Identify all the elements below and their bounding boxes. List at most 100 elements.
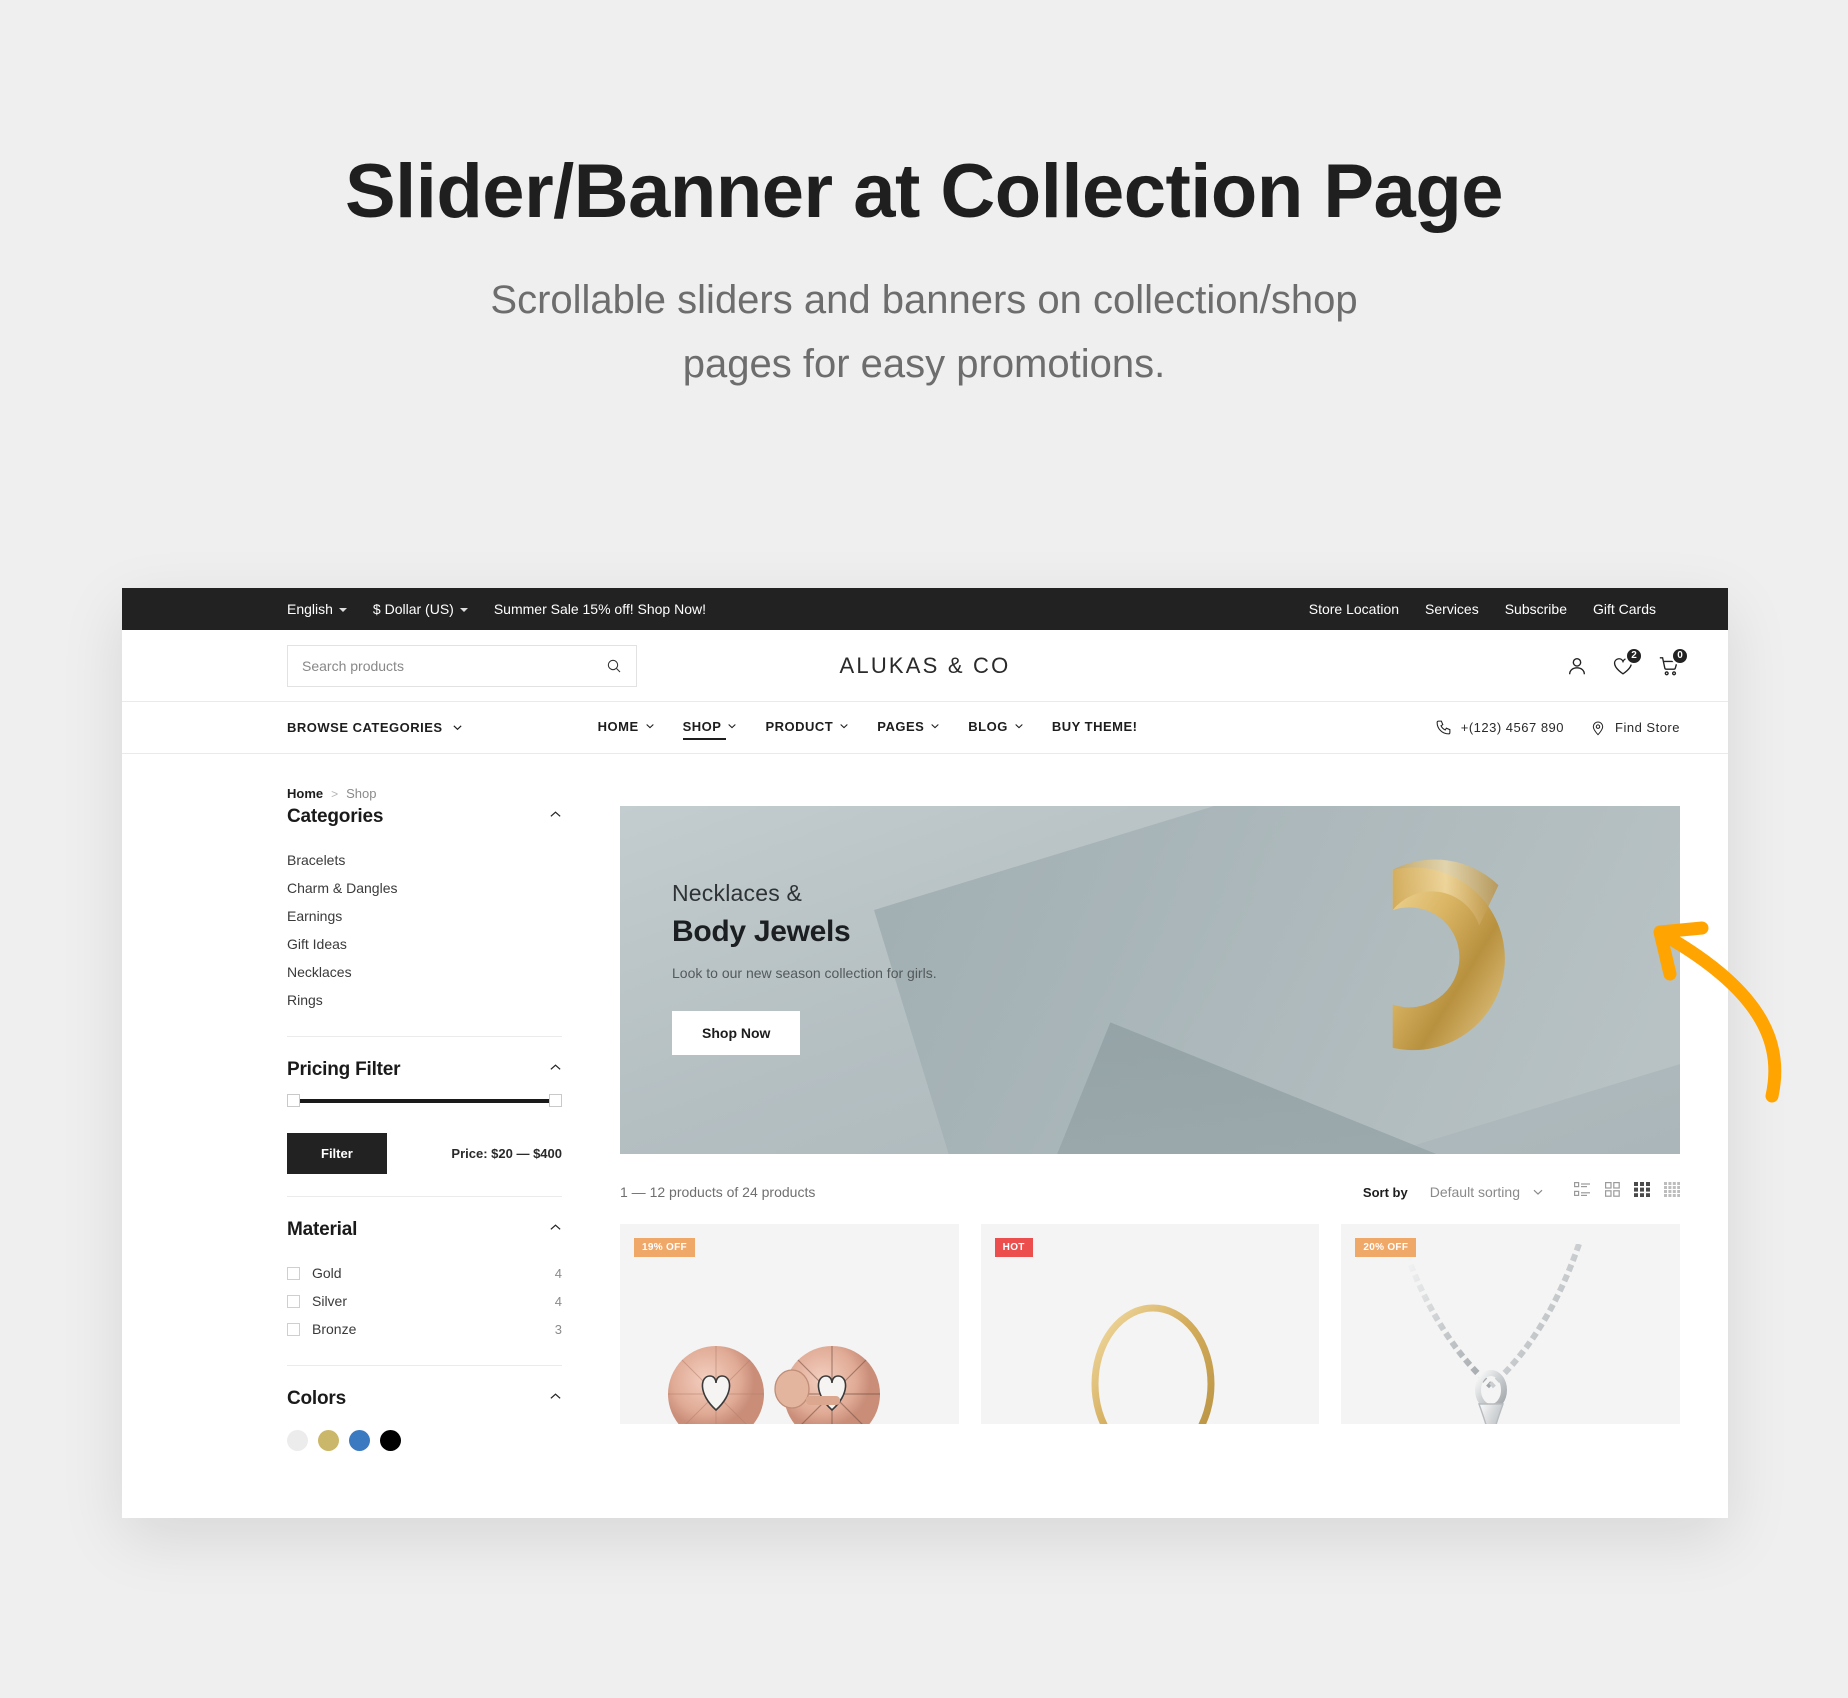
checkbox-bronze[interactable] xyxy=(287,1322,300,1336)
currency-selector[interactable]: $ Dollar (US) xyxy=(373,601,468,617)
nav-item-buy-theme[interactable]: BUY THEME! xyxy=(1052,719,1138,737)
checkbox-gold[interactable] xyxy=(287,1266,300,1280)
widget-pricing-filter: Pricing Filter Filter Price: $20 — $400 xyxy=(287,1059,562,1197)
banner-pretitle: Necklaces & xyxy=(672,880,803,906)
price-slider-handle-min[interactable] xyxy=(287,1094,300,1107)
category-item-earnings[interactable]: Earnings xyxy=(287,902,562,930)
link-store-location[interactable]: Store Location xyxy=(1309,601,1399,617)
promo-heading-block: Slider/Banner at Collection Page Scrolla… xyxy=(0,150,1848,396)
color-swatch-white[interactable] xyxy=(287,1430,308,1451)
chevron-down-icon xyxy=(459,608,468,612)
nav-item-home[interactable]: HOME xyxy=(598,719,655,737)
product-card[interactable]: HOT xyxy=(980,1224,1320,1424)
nav-item-product[interactable]: PRODUCT xyxy=(765,719,849,737)
nav-item-shop[interactable]: SHOP xyxy=(682,718,738,740)
chevron-up-icon[interactable] xyxy=(549,1390,562,1408)
top-utility-bar: English $ Dollar (US) Summer Sale 15% of… xyxy=(122,588,1728,630)
color-swatch-gold[interactable] xyxy=(318,1430,339,1451)
widget-colors-title: Colors xyxy=(287,1388,346,1409)
search-input[interactable] xyxy=(302,657,606,674)
breadcrumb-home[interactable]: Home xyxy=(287,786,323,801)
browse-categories-label: BROWSE CATEGORIES xyxy=(287,720,443,735)
widget-material: Material Gold 4 Silver 4 Bronze 3 xyxy=(287,1219,562,1366)
link-services[interactable]: Services xyxy=(1425,601,1479,617)
banner-description: Look to our new season collection for gi… xyxy=(672,965,937,981)
nav-item-pages[interactable]: PAGES xyxy=(877,719,940,737)
wishlist-count-badge: 2 xyxy=(1625,646,1643,665)
widget-categories-title: Categories xyxy=(287,806,384,827)
location-pin-icon xyxy=(1590,720,1606,736)
promo-title: Slider/Banner at Collection Page xyxy=(344,149,1504,234)
announcement-link[interactable]: Summer Sale 15% off! Shop Now! xyxy=(494,601,706,617)
breadcrumb-separator-icon: > xyxy=(331,786,339,801)
widget-categories: Categories Bracelets Charm & Dangles Ear… xyxy=(287,806,562,1037)
find-store-link[interactable]: Find Store xyxy=(1590,720,1680,736)
material-label-gold: Gold xyxy=(312,1265,342,1281)
widget-pricing-header[interactable]: Pricing Filter xyxy=(287,1059,562,1081)
widget-colors: Colors xyxy=(287,1388,562,1473)
material-option-silver[interactable]: Silver 4 xyxy=(287,1287,562,1315)
banner-title: Body Jewels xyxy=(672,915,851,948)
color-swatch-black[interactable] xyxy=(380,1430,401,1451)
chevron-up-icon[interactable] xyxy=(549,1061,562,1079)
chevron-down-icon xyxy=(452,722,463,733)
chevron-down-icon xyxy=(338,608,347,612)
chevron-down-icon xyxy=(1014,721,1024,731)
filter-button[interactable]: Filter xyxy=(287,1133,387,1174)
nav-item-shop-label: SHOP xyxy=(682,718,722,734)
grid-4-view-toggle[interactable] xyxy=(1664,1182,1681,1202)
category-item-necklaces[interactable]: Necklaces xyxy=(287,958,562,986)
sort-by-label: Sort by xyxy=(1362,1184,1408,1200)
gold-bangle-image xyxy=(1392,859,1505,1050)
account-icon[interactable] xyxy=(1566,655,1588,677)
banner-shop-now-button[interactable]: Shop Now xyxy=(672,1011,801,1055)
shop-main-column: Necklaces & Body Jewels Look to our new … xyxy=(620,806,1681,1495)
category-item-rings[interactable]: Rings xyxy=(287,986,562,1014)
list-view-toggle[interactable] xyxy=(1574,1182,1591,1202)
widget-colors-header[interactable]: Colors xyxy=(287,1388,562,1410)
nav-item-blog[interactable]: BLOG xyxy=(968,719,1024,737)
phone-number: +(123) 4567 890 xyxy=(1460,720,1565,735)
chevron-up-icon[interactable] xyxy=(549,808,562,826)
category-item-charm-dangles[interactable]: Charm & Dangles xyxy=(287,874,562,902)
checkbox-silver[interactable] xyxy=(287,1294,300,1308)
phone-link[interactable]: +(123) 4567 890 xyxy=(1435,719,1564,736)
widget-material-header[interactable]: Material xyxy=(287,1219,562,1241)
search-icon[interactable] xyxy=(606,658,622,674)
grid-2-view-toggle[interactable] xyxy=(1605,1182,1620,1202)
collection-banner-slider[interactable]: Necklaces & Body Jewels Look to our new … xyxy=(620,806,1680,1154)
chevron-down-icon xyxy=(1532,1186,1544,1198)
wishlist-icon[interactable]: 2 xyxy=(1612,646,1643,677)
website-frame: English $ Dollar (US) Summer Sale 15% of… xyxy=(122,588,1728,1518)
color-swatch-blue[interactable] xyxy=(349,1430,370,1451)
product-image-rose-gold-heart-studs xyxy=(668,1346,880,1424)
price-range-label: Price: $20 — $400 xyxy=(451,1146,562,1161)
price-range-slider[interactable] xyxy=(287,1094,562,1107)
category-item-bracelets[interactable]: Bracelets xyxy=(287,846,562,874)
filter-sidebar: Categories Bracelets Charm & Dangles Ear… xyxy=(287,806,562,1495)
material-option-gold[interactable]: Gold 4 xyxy=(287,1259,562,1287)
link-subscribe[interactable]: Subscribe xyxy=(1505,601,1567,617)
search-box[interactable] xyxy=(287,644,637,687)
category-item-gift-ideas[interactable]: Gift Ideas xyxy=(287,930,562,958)
price-slider-handle-max[interactable] xyxy=(549,1094,562,1107)
browse-categories-button[interactable]: BROWSE CATEGORIES xyxy=(287,720,463,735)
site-header: ALUKAS & CO 2 xyxy=(122,630,1728,702)
material-option-bronze[interactable]: Bronze 3 xyxy=(287,1315,562,1343)
language-selector[interactable]: English xyxy=(287,601,347,617)
link-gift-cards[interactable]: Gift Cards xyxy=(1593,601,1656,617)
product-card[interactable]: 19% OFF xyxy=(620,1224,959,1424)
chevron-up-icon[interactable] xyxy=(549,1221,562,1239)
sort-select[interactable]: Default sorting xyxy=(1430,1184,1544,1200)
material-label-silver: Silver xyxy=(312,1293,348,1309)
grid-3-view-toggle[interactable] xyxy=(1634,1182,1650,1202)
product-image-silver-pendant-necklace xyxy=(1400,1244,1583,1424)
page-root: Slider/Banner at Collection Page Scrolla… xyxy=(0,0,1848,1698)
sort-select-value: Default sorting xyxy=(1429,1184,1520,1200)
cart-icon[interactable]: 0 xyxy=(1658,646,1689,677)
material-count-gold: 4 xyxy=(554,1265,562,1281)
topbar-left-group: English $ Dollar (US) Summer Sale 15% of… xyxy=(287,601,706,617)
nav-item-home-label: HOME xyxy=(597,718,639,734)
product-card[interactable]: 20% OFF xyxy=(1341,1224,1681,1424)
widget-categories-header[interactable]: Categories xyxy=(287,806,562,828)
